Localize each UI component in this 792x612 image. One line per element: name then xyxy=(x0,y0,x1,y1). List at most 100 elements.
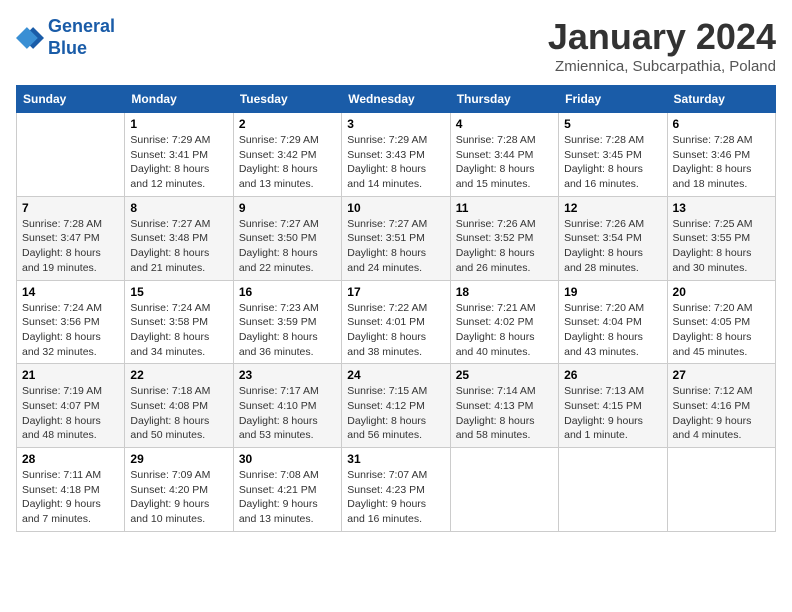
day-cell: 26 Sunrise: 7:13 AMSunset: 4:15 PMDayligh… xyxy=(559,364,667,448)
week-row-3: 14 Sunrise: 7:24 AMSunset: 3:56 PMDayligh… xyxy=(17,280,776,364)
day-number: 27 xyxy=(673,368,770,382)
header-monday: Monday xyxy=(125,86,233,113)
day-info: Sunrise: 7:18 AMSunset: 4:08 PMDaylight:… xyxy=(130,384,227,443)
day-cell xyxy=(667,448,775,532)
day-info: Sunrise: 7:28 AMSunset: 3:47 PMDaylight:… xyxy=(22,217,119,276)
day-number: 28 xyxy=(22,452,119,466)
header-sunday: Sunday xyxy=(17,86,125,113)
day-cell xyxy=(559,448,667,532)
day-number: 15 xyxy=(130,285,227,299)
day-number: 3 xyxy=(347,117,444,131)
day-number: 21 xyxy=(22,368,119,382)
day-cell: 30 Sunrise: 7:08 AMSunset: 4:21 PMDayligh… xyxy=(233,448,341,532)
day-info: Sunrise: 7:24 AMSunset: 3:58 PMDaylight:… xyxy=(130,301,227,360)
day-cell: 11 Sunrise: 7:26 AMSunset: 3:52 PMDayligh… xyxy=(450,196,558,280)
day-info: Sunrise: 7:20 AMSunset: 4:04 PMDaylight:… xyxy=(564,301,661,360)
logo-line2: Blue xyxy=(48,38,87,58)
header-tuesday: Tuesday xyxy=(233,86,341,113)
day-number: 10 xyxy=(347,201,444,215)
day-cell: 5 Sunrise: 7:28 AMSunset: 3:45 PMDaylight… xyxy=(559,113,667,197)
month-title: January 2024 xyxy=(548,16,776,58)
day-number: 12 xyxy=(564,201,661,215)
day-cell: 15 Sunrise: 7:24 AMSunset: 3:58 PMDayligh… xyxy=(125,280,233,364)
day-number: 24 xyxy=(347,368,444,382)
day-info: Sunrise: 7:12 AMSunset: 4:16 PMDaylight:… xyxy=(673,384,770,443)
day-cell: 24 Sunrise: 7:15 AMSunset: 4:12 PMDayligh… xyxy=(342,364,450,448)
day-number: 20 xyxy=(673,285,770,299)
day-info: Sunrise: 7:28 AMSunset: 3:46 PMDaylight:… xyxy=(673,133,770,192)
day-info: Sunrise: 7:13 AMSunset: 4:15 PMDaylight:… xyxy=(564,384,661,443)
day-info: Sunrise: 7:19 AMSunset: 4:07 PMDaylight:… xyxy=(22,384,119,443)
day-cell: 21 Sunrise: 7:19 AMSunset: 4:07 PMDayligh… xyxy=(17,364,125,448)
day-number: 14 xyxy=(22,285,119,299)
day-cell: 10 Sunrise: 7:27 AMSunset: 3:51 PMDayligh… xyxy=(342,196,450,280)
week-row-1: 1Sunrise: 7:29 AMSunset: 3:41 PMDaylight… xyxy=(17,113,776,197)
week-row-4: 21 Sunrise: 7:19 AMSunset: 4:07 PMDayligh… xyxy=(17,364,776,448)
day-number: 7 xyxy=(22,201,119,215)
day-info: Sunrise: 7:26 AMSunset: 3:52 PMDaylight:… xyxy=(456,217,553,276)
header-wednesday: Wednesday xyxy=(342,86,450,113)
header-thursday: Thursday xyxy=(450,86,558,113)
day-cell: 3 Sunrise: 7:29 AMSunset: 3:43 PMDaylight… xyxy=(342,113,450,197)
day-number: 5 xyxy=(564,117,661,131)
day-number: 11 xyxy=(456,201,553,215)
header-row: SundayMondayTuesdayWednesdayThursdayFrid… xyxy=(17,86,776,113)
day-info: Sunrise: 7:26 AMSunset: 3:54 PMDaylight:… xyxy=(564,217,661,276)
day-number: 29 xyxy=(130,452,227,466)
week-row-2: 7 Sunrise: 7:28 AMSunset: 3:47 PMDaylight… xyxy=(17,196,776,280)
logo: General Blue xyxy=(16,16,115,59)
day-info: Sunrise: 7:28 AMSunset: 3:44 PMDaylight:… xyxy=(456,133,553,192)
day-info: Sunrise: 7:24 AMSunset: 3:56 PMDaylight:… xyxy=(22,301,119,360)
day-info: Sunrise: 7:22 AMSunset: 4:01 PMDaylight:… xyxy=(347,301,444,360)
day-number: 8 xyxy=(130,201,227,215)
day-info: Sunrise: 7:09 AMSunset: 4:20 PMDaylight:… xyxy=(130,468,227,527)
day-cell: 9 Sunrise: 7:27 AMSunset: 3:50 PMDaylight… xyxy=(233,196,341,280)
title-area: January 2024 Zmiennica, Subcarpathia, Po… xyxy=(548,16,776,75)
day-info: Sunrise: 7:14 AMSunset: 4:13 PMDaylight:… xyxy=(456,384,553,443)
day-number: 26 xyxy=(564,368,661,382)
day-cell: 14 Sunrise: 7:24 AMSunset: 3:56 PMDayligh… xyxy=(17,280,125,364)
day-info: Sunrise: 7:29 AMSunset: 3:43 PMDaylight:… xyxy=(347,133,444,192)
page-header: General Blue January 2024 Zmiennica, Sub… xyxy=(16,16,776,75)
day-number: 22 xyxy=(130,368,227,382)
day-cell: 13Sunrise: 7:25 AMSunset: 3:55 PMDayligh… xyxy=(667,196,775,280)
day-info: Sunrise: 7:23 AMSunset: 3:59 PMDaylight:… xyxy=(239,301,336,360)
day-info: Sunrise: 7:27 AMSunset: 3:51 PMDaylight:… xyxy=(347,217,444,276)
day-cell: 4Sunrise: 7:28 AMSunset: 3:44 PMDaylight… xyxy=(450,113,558,197)
day-number: 6 xyxy=(673,117,770,131)
day-info: Sunrise: 7:27 AMSunset: 3:50 PMDaylight:… xyxy=(239,217,336,276)
day-cell: 17 Sunrise: 7:22 AMSunset: 4:01 PMDayligh… xyxy=(342,280,450,364)
day-info: Sunrise: 7:07 AMSunset: 4:23 PMDaylight:… xyxy=(347,468,444,527)
day-cell: 28 Sunrise: 7:11 AMSunset: 4:18 PMDayligh… xyxy=(17,448,125,532)
day-number: 31 xyxy=(347,452,444,466)
day-info: Sunrise: 7:08 AMSunset: 4:21 PMDaylight:… xyxy=(239,468,336,527)
day-info: Sunrise: 7:25 AMSunset: 3:55 PMDaylight:… xyxy=(673,217,770,276)
day-cell: 6 Sunrise: 7:28 AMSunset: 3:46 PMDaylight… xyxy=(667,113,775,197)
logo-icon xyxy=(16,24,44,52)
day-cell: 18Sunrise: 7:21 AMSunset: 4:02 PMDayligh… xyxy=(450,280,558,364)
day-info: Sunrise: 7:17 AMSunset: 4:10 PMDaylight:… xyxy=(239,384,336,443)
day-cell: 8Sunrise: 7:27 AMSunset: 3:48 PMDaylight… xyxy=(125,196,233,280)
day-info: Sunrise: 7:29 AMSunset: 3:41 PMDaylight:… xyxy=(130,133,227,192)
header-saturday: Saturday xyxy=(667,86,775,113)
day-info: Sunrise: 7:15 AMSunset: 4:12 PMDaylight:… xyxy=(347,384,444,443)
week-row-5: 28 Sunrise: 7:11 AMSunset: 4:18 PMDayligh… xyxy=(17,448,776,532)
day-cell: 2 Sunrise: 7:29 AMSunset: 3:42 PMDaylight… xyxy=(233,113,341,197)
day-cell: 27 Sunrise: 7:12 AMSunset: 4:16 PMDayligh… xyxy=(667,364,775,448)
day-number: 18 xyxy=(456,285,553,299)
day-cell: 29 Sunrise: 7:09 AMSunset: 4:20 PMDayligh… xyxy=(125,448,233,532)
day-info: Sunrise: 7:11 AMSunset: 4:18 PMDaylight:… xyxy=(22,468,119,527)
day-cell: 16 Sunrise: 7:23 AMSunset: 3:59 PMDayligh… xyxy=(233,280,341,364)
location-title: Zmiennica, Subcarpathia, Poland xyxy=(548,58,776,75)
day-cell: 23 Sunrise: 7:17 AMSunset: 4:10 PMDayligh… xyxy=(233,364,341,448)
day-number: 23 xyxy=(239,368,336,382)
day-number: 17 xyxy=(347,285,444,299)
day-number: 30 xyxy=(239,452,336,466)
day-info: Sunrise: 7:29 AMSunset: 3:42 PMDaylight:… xyxy=(239,133,336,192)
day-number: 2 xyxy=(239,117,336,131)
header-friday: Friday xyxy=(559,86,667,113)
day-info: Sunrise: 7:28 AMSunset: 3:45 PMDaylight:… xyxy=(564,133,661,192)
logo-line1: General xyxy=(48,16,115,36)
day-number: 16 xyxy=(239,285,336,299)
day-number: 9 xyxy=(239,201,336,215)
